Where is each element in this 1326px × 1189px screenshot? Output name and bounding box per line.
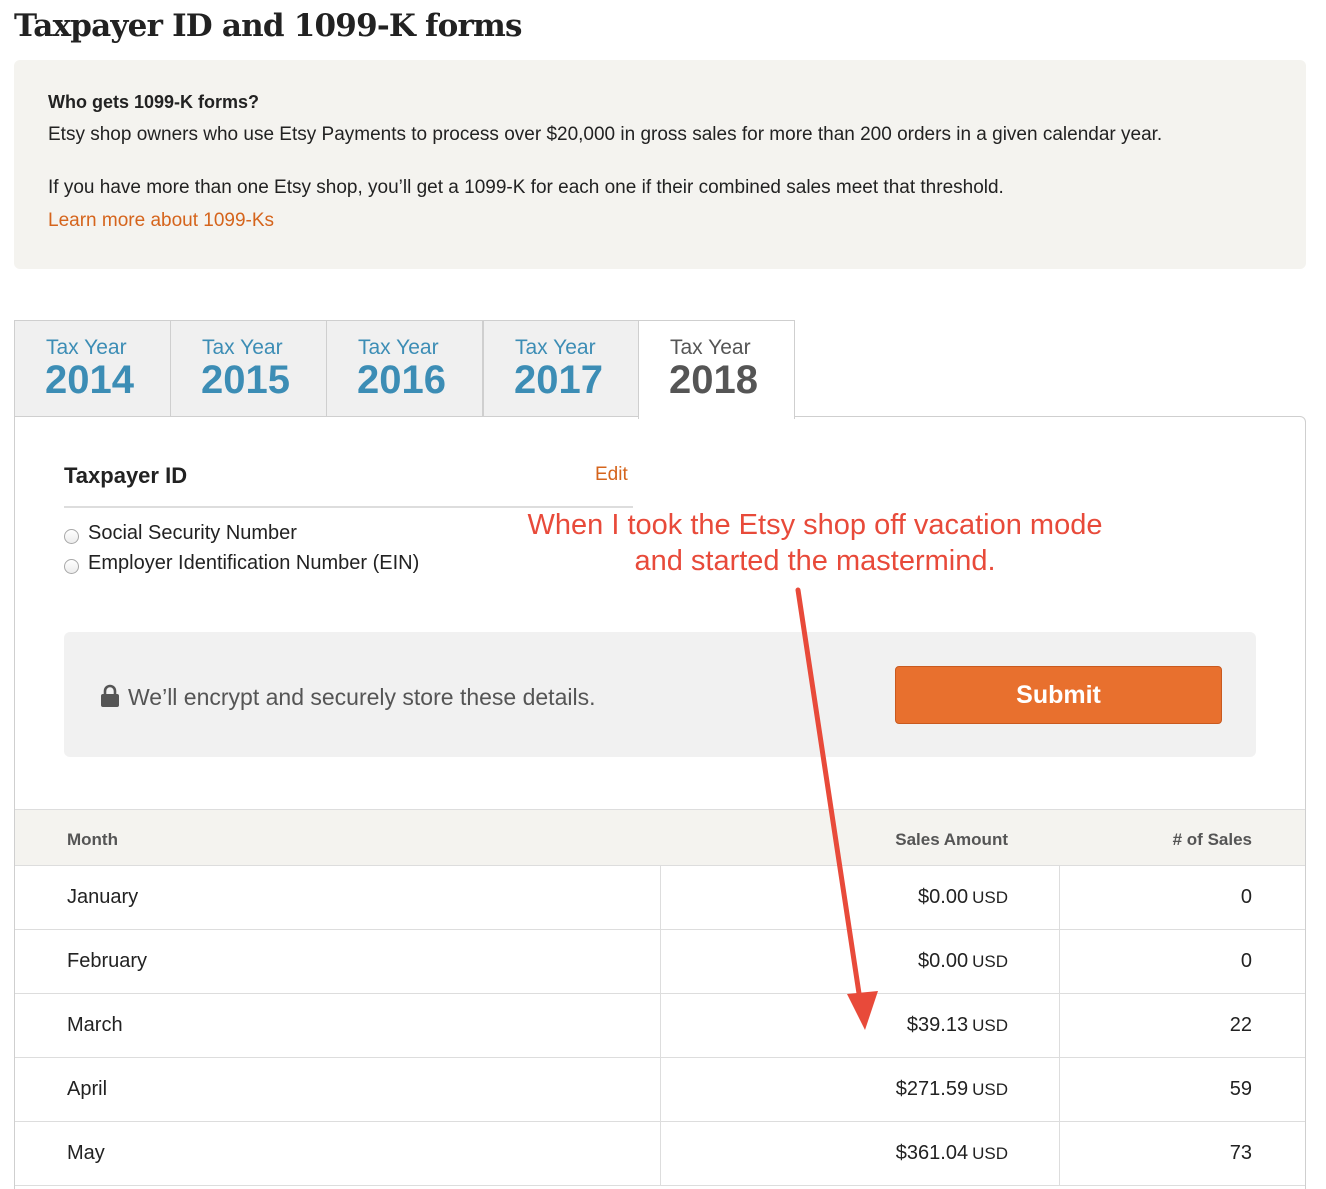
column-divider [1059, 1122, 1060, 1185]
column-divider [660, 930, 661, 993]
tab-year: 2017 [514, 358, 603, 402]
currency-label: USD [972, 1144, 1008, 1163]
sales-amount-cell: $39.13 USD [907, 994, 1008, 1057]
amount-value: $271.59 [895, 1078, 969, 1100]
column-header-month: Month [67, 830, 118, 849]
table-row: February $0.00 USD 0 [15, 930, 1305, 994]
table-row: May $361.04 USD 73 [15, 1122, 1305, 1186]
month-cell: April [67, 1078, 108, 1100]
amount-value: $39.13 [906, 1014, 969, 1036]
column-divider [660, 866, 661, 929]
currency-label: USD [972, 1016, 1008, 1035]
info-box: Who gets 1099-K forms? Etsy shop owners … [14, 60, 1306, 269]
radio-label: Social Security Number [88, 522, 297, 544]
sales-amount-cell: $0.00 USD [918, 866, 1008, 929]
sales-count-cell: 59 [1229, 1078, 1252, 1100]
lock-icon [101, 684, 119, 707]
column-divider [1059, 866, 1060, 929]
radio-button[interactable] [64, 558, 79, 574]
info-heading: Who gets 1099-K forms? [48, 92, 260, 112]
sales-table: January $0.00 USD 0 February $0.00 USD 0 M… [15, 866, 1305, 1186]
sales-amount-cell: $0.00 USD [918, 930, 1008, 993]
radio-option-ssn[interactable]: Social Security Number [64, 522, 297, 545]
annotation-text: When I took the Etsy shop off vacation m… [470, 507, 1160, 579]
tab-label: Tax Year [670, 336, 751, 359]
month-cell: February [67, 950, 148, 972]
table-header: Month Sales Amount # of Sales [15, 809, 1305, 866]
amount-value: $0.00 [918, 886, 969, 908]
amount-value: $0.00 [918, 950, 969, 972]
page-title: Taxpayer ID and 1099-K forms [14, 8, 522, 44]
column-header-number-of-sales: # of Sales [1172, 830, 1252, 849]
tab-2016[interactable]: Tax Year 2016 [326, 320, 483, 418]
tab-year: 2016 [357, 358, 446, 402]
sales-count-cell: 73 [1229, 1142, 1252, 1164]
annotation-line: and started the mastermind. [634, 545, 996, 577]
info-paragraph: If you have more than one Etsy shop, you… [48, 177, 1004, 198]
column-divider [1059, 994, 1060, 1057]
column-header-sales-amount: Sales Amount [895, 830, 1008, 849]
tab-year: 2014 [45, 358, 134, 402]
sales-count-cell: 0 [1240, 950, 1252, 972]
annotation-line: When I took the Etsy shop off vacation m… [527, 509, 1103, 541]
sales-count-cell: 22 [1229, 1014, 1252, 1036]
table-row: January $0.00 USD 0 [15, 866, 1305, 930]
currency-label: USD [972, 952, 1008, 971]
learn-more-link[interactable]: Learn more about 1099-Ks [48, 210, 274, 232]
tab-year: 2015 [201, 358, 290, 402]
column-divider [660, 1058, 661, 1121]
secure-text: We’ll encrypt and securely store these d… [128, 684, 596, 710]
column-divider [660, 1122, 661, 1185]
column-divider [1059, 930, 1060, 993]
month-cell: January [67, 886, 139, 908]
currency-label: USD [972, 1080, 1008, 1099]
month-cell: March [67, 1014, 123, 1036]
column-divider [1059, 1058, 1060, 1121]
radio-button[interactable] [64, 528, 79, 544]
secure-notice: We’ll encrypt and securely store these d… [64, 632, 1256, 757]
tab-label: Tax Year [358, 336, 439, 359]
month-cell: May [67, 1142, 105, 1164]
tab-label: Tax Year [46, 336, 127, 359]
radio-option-ein[interactable]: Employer Identification Number (EIN) [64, 552, 419, 575]
tab-label: Tax Year [202, 336, 283, 359]
tab-2017[interactable]: Tax Year 2017 [483, 320, 640, 418]
radio-label: Employer Identification Number (EIN) [88, 552, 420, 574]
table-row: March $39.13 USD 22 [15, 994, 1305, 1058]
submit-button[interactable]: Submit [895, 666, 1222, 724]
sales-amount-cell: $271.59 USD [896, 1058, 1008, 1121]
amount-value: $361.04 [895, 1142, 969, 1164]
tab-2014[interactable]: Tax Year 2014 [14, 320, 171, 418]
edit-link[interactable]: Edit [595, 464, 628, 486]
currency-label: USD [972, 888, 1008, 907]
sales-count-cell: 0 [1240, 886, 1252, 908]
sales-amount-cell: $361.04 USD [896, 1122, 1008, 1185]
column-divider [660, 994, 661, 1057]
tab-2015[interactable]: Tax Year 2015 [170, 320, 327, 418]
tab-2018[interactable]: Tax Year 2018 [638, 320, 795, 419]
tab-label: Tax Year [515, 336, 596, 359]
table-row: April $271.59 USD 59 [15, 1058, 1305, 1122]
info-paragraph: Etsy shop owners who use Etsy Payments t… [48, 124, 1163, 145]
taxpayer-id-title: Taxpayer ID [64, 463, 188, 488]
tab-year: 2018 [669, 358, 758, 402]
